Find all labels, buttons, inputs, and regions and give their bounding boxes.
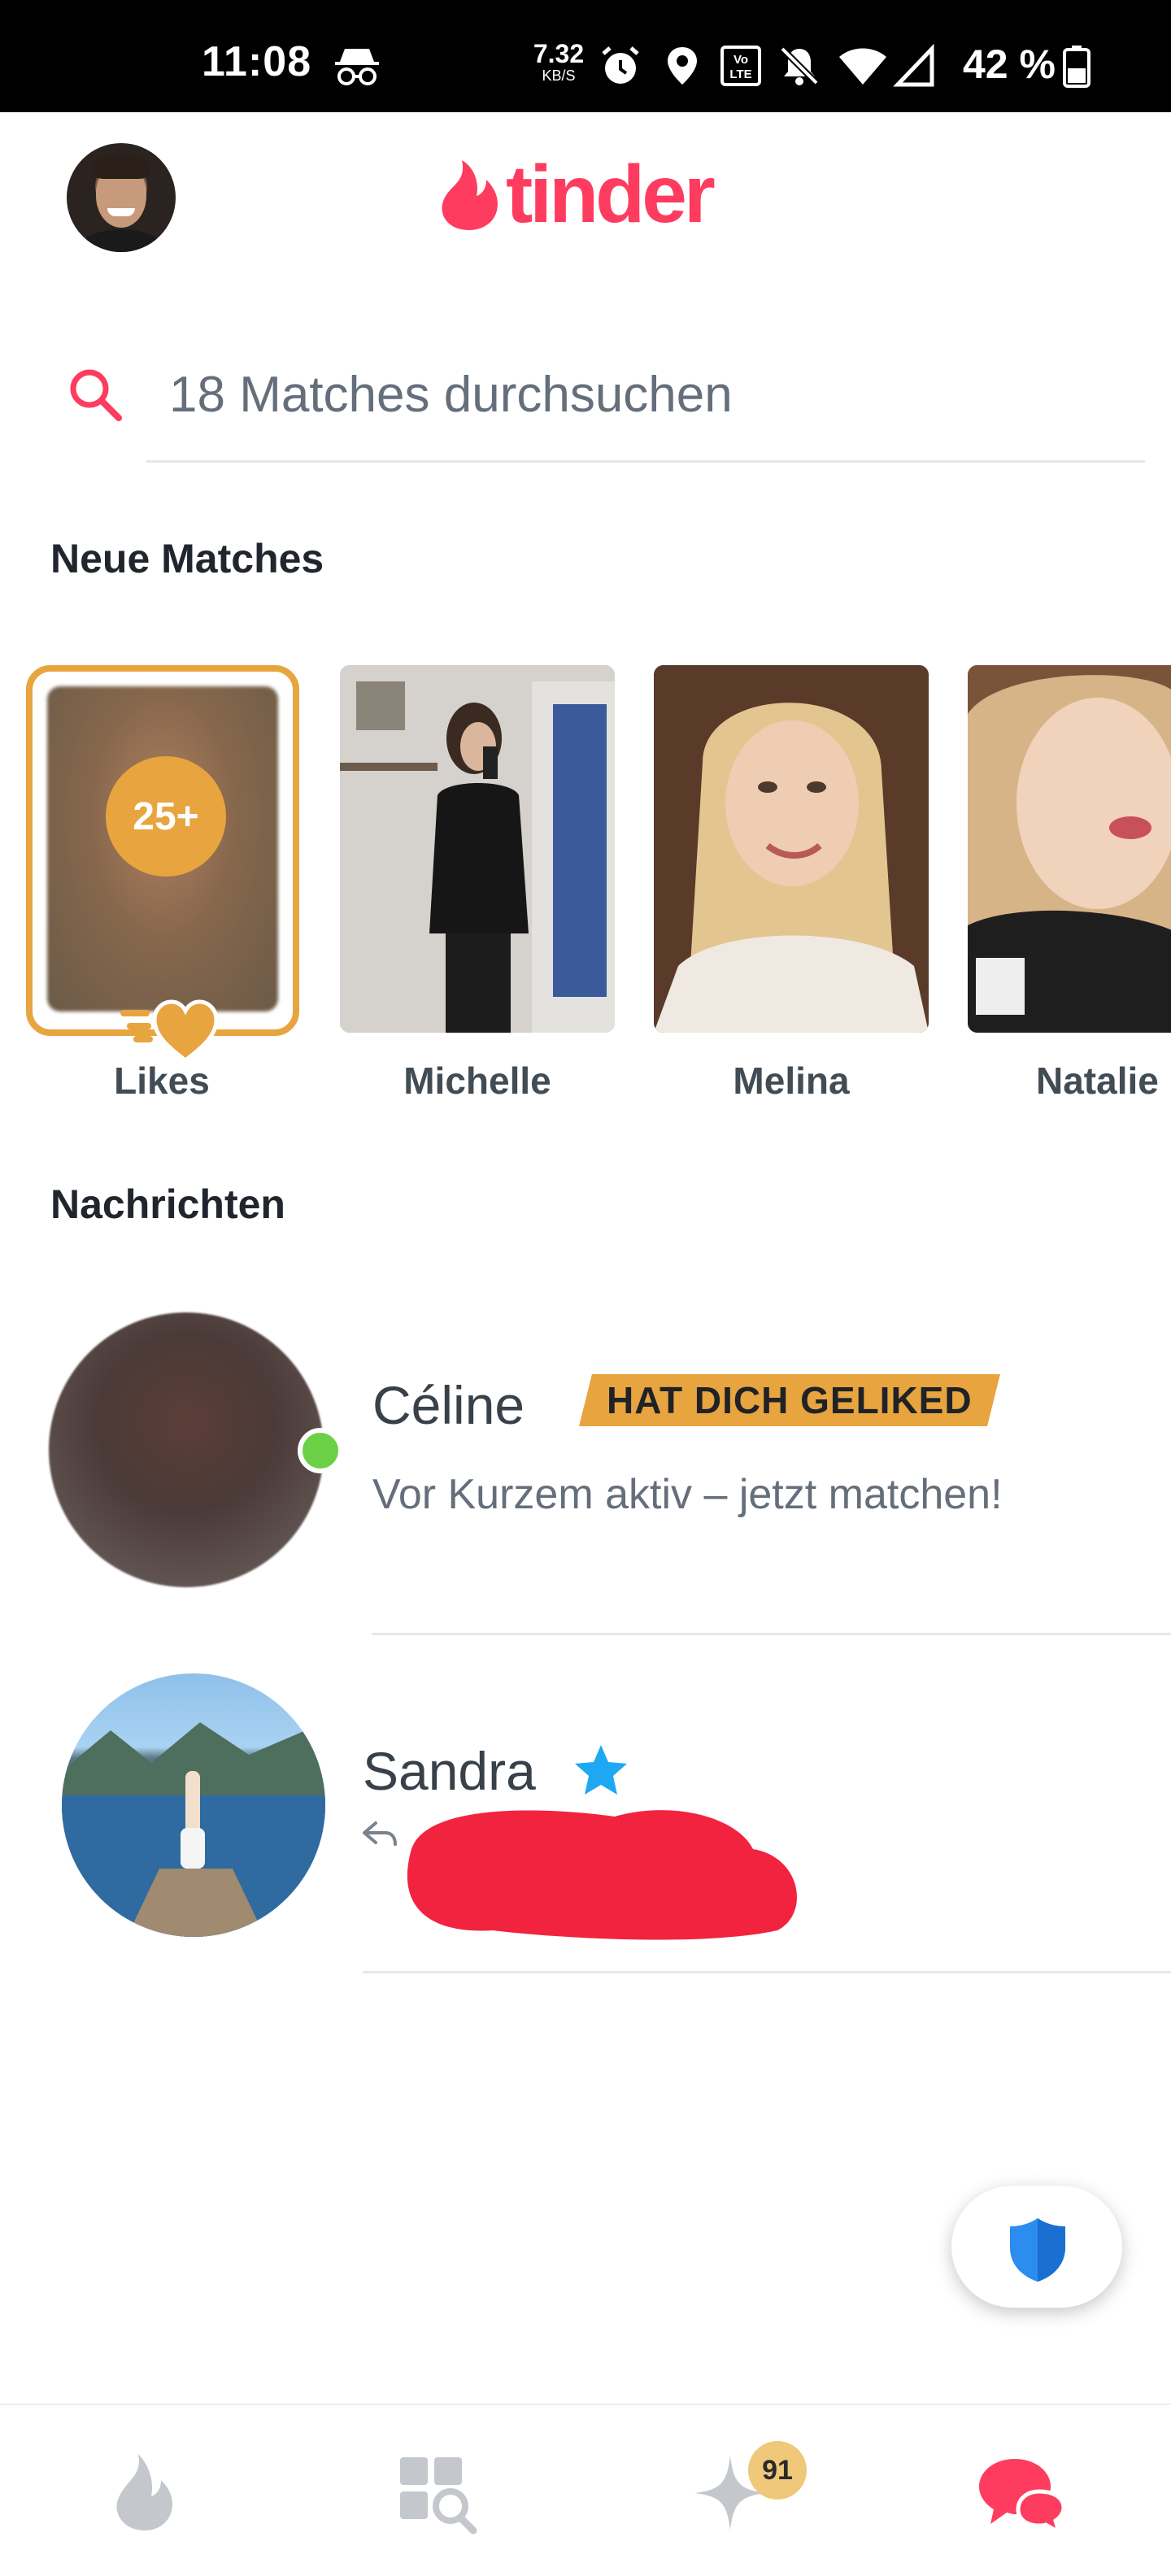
message-name: Céline xyxy=(372,1375,525,1435)
message-row-sandra[interactable]: Sandra xyxy=(0,1673,1171,1974)
match-photo xyxy=(654,665,929,1033)
redacted-message-preview xyxy=(407,1810,797,1940)
match-name: Natalie xyxy=(1036,1060,1159,1102)
svg-text:Vo: Vo xyxy=(734,53,748,67)
divider xyxy=(363,1971,1171,1973)
bottom-navigation: 91 xyxy=(0,2404,1171,2576)
match-photo xyxy=(340,665,615,1033)
status-bar: 11:08 7.32 KB/S Vo LTE 42 % xyxy=(0,0,1171,112)
match-card-natalie[interactable] xyxy=(968,665,1171,1033)
match-name: Melina xyxy=(733,1060,850,1102)
explore-icon xyxy=(400,2457,477,2535)
match-card-michelle[interactable] xyxy=(340,665,615,1033)
svg-text:LTE: LTE xyxy=(729,67,751,81)
chat-icon xyxy=(979,2459,1066,2537)
message-subtitle: Vor Kurzem aktiv – jetzt matchen! xyxy=(372,1471,1003,1518)
avatar xyxy=(49,1312,324,1587)
shield-icon xyxy=(1010,2218,1065,2282)
tinder-logo: tinder xyxy=(437,148,716,240)
match-photo xyxy=(968,665,1171,1033)
profile-avatar[interactable] xyxy=(67,143,176,252)
new-matches-title: Neue Matches xyxy=(50,536,324,581)
mute-icon xyxy=(780,46,819,85)
match-card-melina[interactable] xyxy=(654,665,929,1033)
likes-label: Likes xyxy=(114,1060,210,1102)
likes-count-badge: 25+ xyxy=(106,756,226,877)
flame-logo-icon xyxy=(442,160,498,230)
search-icon xyxy=(70,369,122,421)
search-input[interactable] xyxy=(169,358,1064,431)
match-name: Michelle xyxy=(403,1060,551,1102)
logo-text: tinder xyxy=(506,148,716,240)
gold-heart-icon xyxy=(120,999,219,1064)
gold-count-badge: 91 xyxy=(748,2441,807,2500)
safety-shield-button[interactable] xyxy=(951,2186,1122,2308)
verified-star-icon xyxy=(575,1745,627,1795)
likes-card[interactable]: 25+ xyxy=(26,665,299,1064)
messages-title: Nachrichten xyxy=(50,1181,285,1227)
wifi-icon xyxy=(839,48,886,85)
message-row-celine[interactable]: Céline HAT DICH GELIKED Vor Kurzem aktiv… xyxy=(0,1312,1171,1638)
online-indicator xyxy=(298,1428,343,1473)
alarm-icon xyxy=(602,46,639,84)
location-icon xyxy=(668,47,697,85)
new-matches-row: 25+ Likes Michelle Melina Natalie xyxy=(0,665,1171,1120)
battery-percent: 42 % xyxy=(963,41,1056,87)
reply-icon xyxy=(363,1821,397,1846)
status-time: 11:08 xyxy=(202,38,312,85)
network-speed: 7.32 KB/S xyxy=(533,39,585,84)
nav-discover[interactable] xyxy=(96,2448,194,2537)
flame-icon xyxy=(116,2454,172,2530)
search-underline xyxy=(146,460,1145,463)
avatar xyxy=(62,1673,325,1937)
nav-explore[interactable] xyxy=(389,2448,486,2537)
search-bar[interactable] xyxy=(63,350,1145,463)
nav-messages[interactable] xyxy=(973,2448,1070,2537)
signal-icon xyxy=(893,44,934,87)
incognito-icon xyxy=(335,49,379,85)
divider xyxy=(372,1633,1171,1635)
liked-you-badge: HAT DICH GELIKED xyxy=(579,1374,1000,1426)
battery-icon xyxy=(1063,46,1090,88)
volte-icon: Vo LTE xyxy=(720,46,761,86)
